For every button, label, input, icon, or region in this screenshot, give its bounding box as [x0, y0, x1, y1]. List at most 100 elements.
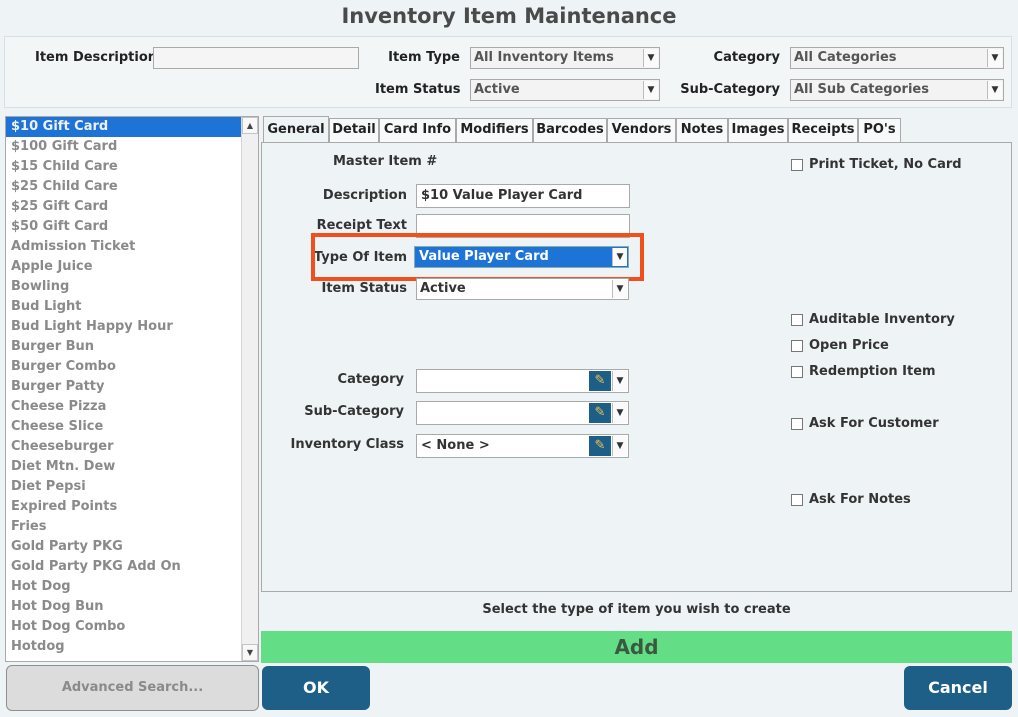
list-item[interactable]: Bud Light Happy Hour — [6, 317, 242, 337]
category-value: All Categories — [794, 50, 897, 65]
chevron-down-icon[interactable]: ▼ — [612, 280, 627, 298]
chevron-down-icon[interactable]: ▼ — [612, 371, 627, 391]
item-type-value: All Inventory Items — [474, 50, 614, 65]
list-item[interactable]: Diet Mtn. Dew — [6, 457, 242, 477]
item-description-label: Item Description — [35, 50, 158, 65]
item-status-select[interactable]: Active ▼ — [470, 79, 660, 101]
list-item[interactable]: Diet Pepsi — [6, 477, 242, 497]
inventory-class-value: < None > — [421, 438, 490, 453]
item-status-field-select[interactable]: Active ▼ — [416, 278, 629, 300]
list-item[interactable]: $25 Child Care — [6, 177, 242, 197]
ask-for-customer-label: Ask For Customer — [809, 416, 939, 431]
ask-for-customer-checkbox[interactable]: Ask For Customer — [791, 413, 939, 431]
list-item[interactable]: Burger Patty — [6, 377, 242, 397]
inventory-class-label: Inventory Class — [290, 437, 404, 452]
list-item[interactable]: Apple Juice — [6, 257, 242, 277]
item-status-field-value: Active — [420, 281, 466, 296]
auditable-inventory-checkbox[interactable]: Auditable Inventory — [791, 309, 955, 327]
checkbox-box[interactable] — [791, 158, 803, 171]
category-field-label: Category — [337, 372, 404, 387]
sub-category-label: Sub-Category — [680, 82, 780, 97]
list-item[interactable]: Bowling — [6, 277, 242, 297]
tab-card-info[interactable]: Card Info — [379, 118, 456, 142]
scroll-up-icon[interactable]: ▲ — [242, 117, 258, 134]
checkbox-box[interactable] — [791, 339, 803, 352]
tab-vendors[interactable]: Vendors — [607, 118, 676, 142]
tab-general[interactable]: General — [263, 116, 329, 143]
item-list-scrollbar[interactable]: ▲ ▼ — [241, 117, 258, 661]
list-item[interactable]: Burger Combo — [6, 357, 242, 377]
list-item[interactable]: $50 Gift Card — [6, 217, 242, 237]
sub-category-field-label: Sub-Category — [304, 404, 404, 419]
type-of-item-highlight — [311, 233, 644, 281]
tab-modifiers[interactable]: Modifiers — [456, 118, 533, 142]
auditable-inventory-label: Auditable Inventory — [809, 312, 955, 327]
tab-receipts[interactable]: Receipts — [788, 118, 858, 142]
scroll-down-icon[interactable]: ▼ — [242, 644, 258, 661]
tab-barcodes[interactable]: Barcodes — [533, 118, 607, 142]
chevron-down-icon[interactable]: ▼ — [612, 436, 627, 456]
list-item[interactable]: Admission Ticket — [6, 237, 242, 257]
tab-pos[interactable]: PO's — [858, 118, 901, 142]
tab-images[interactable]: Images — [728, 118, 788, 142]
list-item[interactable]: $15 Child Care — [6, 157, 242, 177]
checkbox-box[interactable] — [791, 365, 803, 378]
list-item[interactable]: Cheeseburger — [6, 437, 242, 457]
ask-for-notes-checkbox[interactable]: Ask For Notes — [791, 489, 911, 507]
advanced-search-button[interactable]: Advanced Search... — [6, 665, 259, 711]
list-item[interactable]: Hot Dog Bun — [6, 597, 242, 617]
list-item[interactable]: Bud Light — [6, 297, 242, 317]
window-title: Inventory Item Maintenance — [341, 4, 677, 28]
list-item[interactable]: Cheese Slice — [6, 417, 242, 437]
redemption-item-label: Redemption Item — [809, 364, 936, 379]
category-label: Category — [713, 50, 780, 65]
chevron-down-icon[interactable]: ▼ — [643, 49, 658, 67]
item-list[interactable]: $10 Gift Card $100 Gift Card $15 Child Car… — [5, 116, 259, 662]
list-item[interactable]: Hot Dog — [6, 577, 242, 597]
sub-category-select[interactable]: All Sub Categories ▼ — [790, 79, 1004, 101]
list-item[interactable]: $10 Gift Card — [6, 117, 242, 137]
list-item[interactable]: Hot Dog Combo — [6, 617, 242, 637]
list-item[interactable]: Gold Party PKG Add On — [6, 557, 242, 577]
ok-button[interactable]: OK — [262, 666, 370, 710]
pencil-icon[interactable]: ✎ — [589, 371, 611, 391]
cancel-button[interactable]: Cancel — [904, 666, 1012, 710]
chevron-down-icon[interactable]: ▼ — [987, 49, 1002, 67]
chevron-down-icon[interactable]: ▼ — [612, 403, 627, 423]
description-input[interactable]: $10 Value Player Card — [416, 184, 630, 208]
add-button[interactable]: Add — [261, 631, 1012, 663]
chevron-down-icon[interactable]: ▼ — [643, 81, 658, 99]
sub-category-field-select[interactable]: ✎ ▼ — [416, 401, 629, 425]
redemption-item-checkbox[interactable]: Redemption Item — [791, 361, 936, 379]
item-status-label: Item Status — [375, 82, 461, 97]
list-item[interactable]: $100 Gift Card — [6, 137, 242, 157]
item-description-input[interactable] — [153, 47, 359, 69]
list-item[interactable]: Fries — [6, 517, 242, 537]
checkbox-box[interactable] — [791, 417, 803, 430]
list-item[interactable]: Burger Bun — [6, 337, 242, 357]
pencil-icon[interactable]: ✎ — [589, 436, 611, 456]
sub-category-value: All Sub Categories — [794, 82, 929, 97]
tab-notes[interactable]: Notes — [676, 118, 728, 142]
inventory-class-select[interactable]: < None > ✎ ▼ — [416, 434, 629, 458]
list-item[interactable]: Cheese Pizza — [6, 397, 242, 417]
tab-detail[interactable]: Detail — [329, 118, 379, 142]
category-select[interactable]: All Categories ▼ — [790, 47, 1004, 69]
pencil-icon[interactable]: ✎ — [589, 403, 611, 423]
item-type-label: Item Type — [388, 50, 460, 65]
item-type-select[interactable]: All Inventory Items ▼ — [470, 47, 660, 69]
list-item[interactable]: Gold Party PKG — [6, 537, 242, 557]
list-item[interactable]: Expired Points — [6, 497, 242, 517]
print-ticket-label: Print Ticket, No Card — [809, 157, 962, 172]
list-item[interactable]: Hotdog — [6, 637, 242, 657]
checkbox-box[interactable] — [791, 493, 803, 506]
print-ticket-checkbox[interactable]: Print Ticket, No Card — [791, 154, 962, 172]
open-price-checkbox[interactable]: Open Price — [791, 335, 889, 353]
description-label: Description — [322, 188, 407, 203]
chevron-down-icon[interactable]: ▼ — [987, 81, 1002, 99]
checkbox-box[interactable] — [791, 313, 803, 326]
filter-panel: Item Description Item Type All Inventory… — [4, 36, 1012, 108]
category-field-select[interactable]: ✎ ▼ — [416, 369, 629, 393]
list-item[interactable]: $25 Gift Card — [6, 197, 242, 217]
item-status-value: Active — [474, 82, 520, 97]
